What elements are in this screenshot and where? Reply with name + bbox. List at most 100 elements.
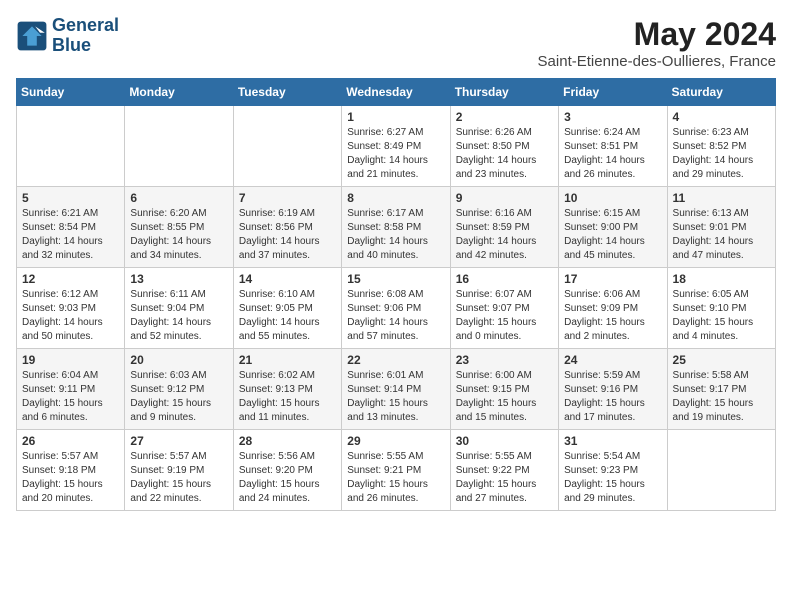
day-cell bbox=[125, 106, 233, 187]
day-info: Sunrise: 6:02 AM Sunset: 9:13 PM Dayligh… bbox=[239, 369, 336, 425]
day-cell: 13 Sunrise: 6:11 AM Sunset: 9:04 PM Dayli… bbox=[125, 268, 233, 349]
day-info: Sunrise: 6:27 AM Sunset: 8:49 PM Dayligh… bbox=[347, 126, 444, 182]
day-number: 15 bbox=[347, 272, 444, 286]
day-info: Sunrise: 6:26 AM Sunset: 8:50 PM Dayligh… bbox=[456, 126, 553, 182]
day-info: Sunrise: 6:13 AM Sunset: 9:01 PM Dayligh… bbox=[673, 207, 770, 263]
day-info: Sunrise: 5:55 AM Sunset: 9:22 PM Dayligh… bbox=[456, 450, 553, 506]
month-title: May 2024 bbox=[538, 16, 776, 53]
day-number: 4 bbox=[673, 110, 770, 124]
day-cell: 16 Sunrise: 6:07 AM Sunset: 9:07 PM Dayli… bbox=[450, 268, 558, 349]
day-number: 6 bbox=[130, 191, 227, 205]
day-number: 29 bbox=[347, 434, 444, 448]
day-number: 25 bbox=[673, 353, 770, 367]
day-number: 2 bbox=[456, 110, 553, 124]
day-number: 19 bbox=[22, 353, 119, 367]
day-cell: 19Sunrise: 6:04 AM Sunset: 9:11 PM Dayli… bbox=[17, 349, 125, 430]
day-number: 22 bbox=[347, 353, 444, 367]
header-cell-tuesday: Tuesday bbox=[233, 79, 341, 106]
day-info: Sunrise: 6:20 AM Sunset: 8:55 PM Dayligh… bbox=[130, 207, 227, 263]
day-info: Sunrise: 5:57 AM Sunset: 9:19 PM Dayligh… bbox=[130, 450, 227, 506]
day-number: 28 bbox=[239, 434, 336, 448]
day-cell: 23Sunrise: 6:00 AM Sunset: 9:15 PM Dayli… bbox=[450, 349, 558, 430]
day-cell: 21 Sunrise: 6:02 AM Sunset: 9:13 PM Dayli… bbox=[233, 349, 341, 430]
day-cell: 27 Sunrise: 5:57 AM Sunset: 9:19 PM Dayli… bbox=[125, 430, 233, 511]
day-number: 7 bbox=[239, 191, 336, 205]
day-info: Sunrise: 6:19 AM Sunset: 8:56 PM Dayligh… bbox=[239, 207, 336, 263]
header-cell-wednesday: Wednesday bbox=[342, 79, 450, 106]
day-info: Sunrise: 5:58 AM Sunset: 9:17 PM Dayligh… bbox=[673, 369, 770, 425]
header-cell-sunday: Sunday bbox=[17, 79, 125, 106]
day-info: Sunrise: 6:01 AM Sunset: 9:14 PM Dayligh… bbox=[347, 369, 444, 425]
day-cell: 2 Sunrise: 6:26 AM Sunset: 8:50 PM Daylig… bbox=[450, 106, 558, 187]
day-number: 14 bbox=[239, 272, 336, 286]
day-cell: 20 Sunrise: 6:03 AM Sunset: 9:12 PM Dayli… bbox=[125, 349, 233, 430]
day-cell: 7 Sunrise: 6:19 AM Sunset: 8:56 PM Daylig… bbox=[233, 187, 341, 268]
logo: General Blue bbox=[16, 16, 119, 56]
week-row-2: 5 Sunrise: 6:21 AM Sunset: 8:54 PM Daylig… bbox=[17, 187, 776, 268]
day-info: Sunrise: 6:05 AM Sunset: 9:10 PM Dayligh… bbox=[673, 288, 770, 344]
day-cell: 11 Sunrise: 6:13 AM Sunset: 9:01 PM Dayli… bbox=[667, 187, 775, 268]
day-cell: 10 Sunrise: 6:15 AM Sunset: 9:00 PM Dayli… bbox=[559, 187, 667, 268]
week-row-4: 19Sunrise: 6:04 AM Sunset: 9:11 PM Dayli… bbox=[17, 349, 776, 430]
day-number: 8 bbox=[347, 191, 444, 205]
day-cell: 4 Sunrise: 6:23 AM Sunset: 8:52 PM Daylig… bbox=[667, 106, 775, 187]
day-cell: 24 Sunrise: 5:59 AM Sunset: 9:16 PM Dayli… bbox=[559, 349, 667, 430]
day-cell bbox=[667, 430, 775, 511]
day-number: 24 bbox=[564, 353, 661, 367]
day-info: Sunrise: 6:23 AM Sunset: 8:52 PM Dayligh… bbox=[673, 126, 770, 182]
day-number: 16 bbox=[456, 272, 553, 286]
day-info: Sunrise: 5:57 AM Sunset: 9:18 PM Dayligh… bbox=[22, 450, 119, 506]
day-number: 30 bbox=[456, 434, 553, 448]
title-area: May 2024 Saint-Etienne-des-Oullieres, Fr… bbox=[538, 16, 776, 70]
day-info: Sunrise: 6:08 AM Sunset: 9:06 PM Dayligh… bbox=[347, 288, 444, 344]
day-number: 21 bbox=[239, 353, 336, 367]
day-number: 20 bbox=[130, 353, 227, 367]
day-cell bbox=[233, 106, 341, 187]
day-cell: 3Sunrise: 6:24 AM Sunset: 8:51 PM Daylig… bbox=[559, 106, 667, 187]
day-info: Sunrise: 6:11 AM Sunset: 9:04 PM Dayligh… bbox=[130, 288, 227, 344]
day-number: 26 bbox=[22, 434, 119, 448]
day-cell: 31Sunrise: 5:54 AM Sunset: 9:23 PM Dayli… bbox=[559, 430, 667, 511]
day-number: 13 bbox=[130, 272, 227, 286]
logo-icon bbox=[16, 20, 48, 52]
header-cell-thursday: Thursday bbox=[450, 79, 558, 106]
day-cell: 29Sunrise: 5:55 AM Sunset: 9:21 PM Dayli… bbox=[342, 430, 450, 511]
location-title: Saint-Etienne-des-Oullieres, France bbox=[538, 53, 776, 70]
day-info: Sunrise: 6:03 AM Sunset: 9:12 PM Dayligh… bbox=[130, 369, 227, 425]
day-number: 27 bbox=[130, 434, 227, 448]
day-info: Sunrise: 6:24 AM Sunset: 8:51 PM Dayligh… bbox=[564, 126, 661, 182]
day-cell: 18 Sunrise: 6:05 AM Sunset: 9:10 PM Dayli… bbox=[667, 268, 775, 349]
day-cell: 15 Sunrise: 6:08 AM Sunset: 9:06 PM Dayli… bbox=[342, 268, 450, 349]
day-cell: 12 Sunrise: 6:12 AM Sunset: 9:03 PM Dayli… bbox=[17, 268, 125, 349]
day-number: 10 bbox=[564, 191, 661, 205]
day-number: 12 bbox=[22, 272, 119, 286]
day-number: 5 bbox=[22, 191, 119, 205]
day-cell: 28Sunrise: 5:56 AM Sunset: 9:20 PM Dayli… bbox=[233, 430, 341, 511]
day-cell: 17Sunrise: 6:06 AM Sunset: 9:09 PM Dayli… bbox=[559, 268, 667, 349]
day-number: 1 bbox=[347, 110, 444, 124]
day-cell: 26 Sunrise: 5:57 AM Sunset: 9:18 PM Dayli… bbox=[17, 430, 125, 511]
day-cell: 22 Sunrise: 6:01 AM Sunset: 9:14 PM Dayli… bbox=[342, 349, 450, 430]
day-info: Sunrise: 5:59 AM Sunset: 9:16 PM Dayligh… bbox=[564, 369, 661, 425]
day-info: Sunrise: 6:21 AM Sunset: 8:54 PM Dayligh… bbox=[22, 207, 119, 263]
day-cell: 25 Sunrise: 5:58 AM Sunset: 9:17 PM Dayli… bbox=[667, 349, 775, 430]
header-row: SundayMondayTuesdayWednesdayThursdayFrid… bbox=[17, 79, 776, 106]
day-info: Sunrise: 6:07 AM Sunset: 9:07 PM Dayligh… bbox=[456, 288, 553, 344]
day-cell: 5 Sunrise: 6:21 AM Sunset: 8:54 PM Daylig… bbox=[17, 187, 125, 268]
day-cell: 14Sunrise: 6:10 AM Sunset: 9:05 PM Dayli… bbox=[233, 268, 341, 349]
header-cell-monday: Monday bbox=[125, 79, 233, 106]
header-cell-saturday: Saturday bbox=[667, 79, 775, 106]
day-number: 11 bbox=[673, 191, 770, 205]
day-info: Sunrise: 6:00 AM Sunset: 9:15 PM Dayligh… bbox=[456, 369, 553, 425]
day-cell: 1 Sunrise: 6:27 AM Sunset: 8:49 PM Daylig… bbox=[342, 106, 450, 187]
day-info: Sunrise: 6:06 AM Sunset: 9:09 PM Dayligh… bbox=[564, 288, 661, 344]
logo-text: General Blue bbox=[52, 16, 119, 56]
day-info: Sunrise: 6:12 AM Sunset: 9:03 PM Dayligh… bbox=[22, 288, 119, 344]
day-info: Sunrise: 6:15 AM Sunset: 9:00 PM Dayligh… bbox=[564, 207, 661, 263]
header: General Blue May 2024 Saint-Etienne-des-… bbox=[16, 16, 776, 70]
day-number: 18 bbox=[673, 272, 770, 286]
day-cell: 8Sunrise: 6:17 AM Sunset: 8:58 PM Daylig… bbox=[342, 187, 450, 268]
week-row-5: 26 Sunrise: 5:57 AM Sunset: 9:18 PM Dayli… bbox=[17, 430, 776, 511]
day-cell: 6 Sunrise: 6:20 AM Sunset: 8:55 PM Daylig… bbox=[125, 187, 233, 268]
week-row-3: 12 Sunrise: 6:12 AM Sunset: 9:03 PM Dayli… bbox=[17, 268, 776, 349]
